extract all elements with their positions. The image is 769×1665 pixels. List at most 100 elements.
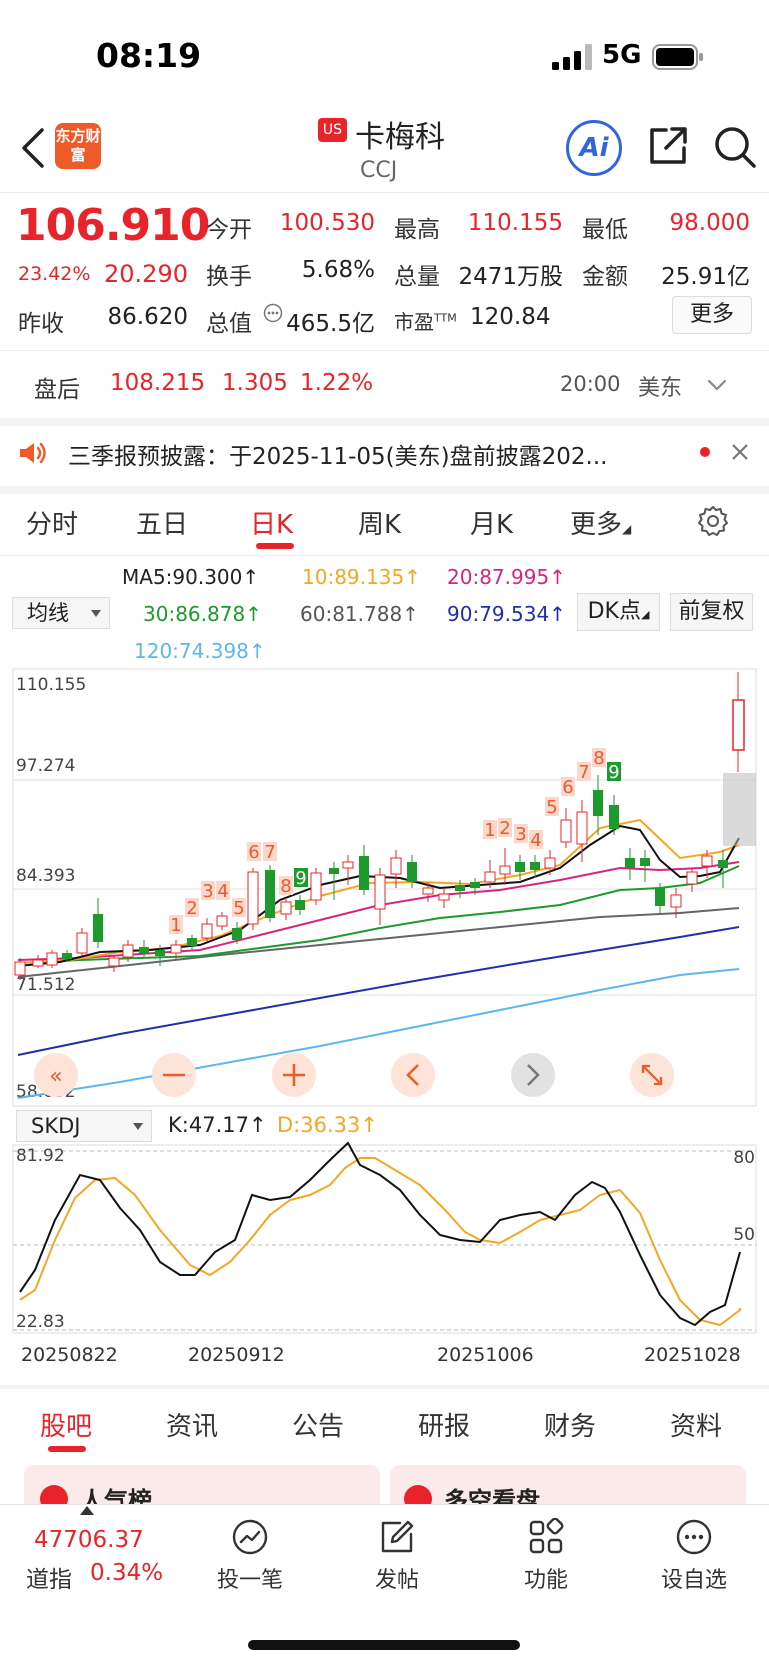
tab-profile[interactable]: 资料 [670, 1406, 722, 1443]
candle [499, 848, 511, 885]
skdj-frame [12, 1144, 757, 1334]
tab-weekly-k[interactable]: 周K [358, 504, 401, 541]
index-change-pct[interactable]: 0.34% [90, 1560, 163, 1586]
candle [247, 868, 259, 930]
gear-icon[interactable] [696, 504, 730, 538]
candle [609, 795, 619, 835]
stock-name: 卡梅科 [355, 120, 445, 155]
x-date-1: 20250822 [21, 1344, 118, 1366]
low-label: 最低 [582, 217, 628, 243]
tab-financials[interactable]: 财务 [544, 1406, 596, 1443]
price-label-2: 97.274 [16, 756, 75, 776]
index-name[interactable]: 道指 [26, 1560, 72, 1594]
turnover-label: 换手 [206, 264, 252, 290]
skdj-k-line [19, 1141, 741, 1327]
tab-intraday[interactable]: 分时 [26, 504, 78, 541]
candle [593, 775, 603, 835]
caret-up-icon [80, 1506, 94, 1515]
more-dots-circle-icon[interactable] [675, 1518, 713, 1556]
section-gap-2 [0, 486, 769, 494]
section-gap-3 [0, 1385, 769, 1389]
open-value: 100.530 [279, 210, 375, 236]
tab-news[interactable]: 资讯 [166, 1406, 218, 1443]
td-label: 1 [484, 820, 495, 841]
tab-announcements[interactable]: 公告 [292, 1406, 344, 1443]
volume-value: 2471万股 [458, 264, 563, 290]
turnover-value: 5.68% [301, 257, 375, 283]
speaker-icon [20, 442, 46, 464]
high-label: 最高 [394, 217, 440, 243]
ai-button[interactable]: Ai [566, 120, 622, 176]
current-price: 106.910 [16, 200, 210, 251]
ma60-line [17, 907, 740, 978]
bull-bear-card[interactable]: 多空看盘 [390, 1465, 746, 1515]
candle [187, 935, 197, 950]
candle [732, 672, 745, 772]
network-label: 5G [602, 40, 642, 70]
tab-five-day[interactable]: 五日 [136, 504, 188, 541]
back-icon[interactable] [18, 126, 48, 170]
ma90-value: 90:79.534↑ [447, 602, 566, 626]
section-gap [0, 418, 769, 426]
share-icon[interactable] [646, 124, 690, 168]
candle [560, 808, 572, 848]
open-label: 今开 [206, 217, 252, 243]
skdj-y-top: 81.92 [16, 1146, 65, 1166]
td-label: 7 [578, 762, 589, 783]
edit-icon[interactable] [378, 1518, 416, 1556]
after-hours-label: 盘后 [34, 377, 80, 403]
ma-selector[interactable]: 均线 [12, 597, 110, 629]
unread-dot [700, 447, 710, 457]
tab-research[interactable]: 研报 [418, 1406, 470, 1443]
nav-functions[interactable]: 功能 [496, 1562, 596, 1594]
market-badge: US [318, 118, 347, 142]
popularity-card[interactable]: 人气榜 [24, 1465, 380, 1515]
dk-point-button[interactable]: DK点◢ [577, 593, 660, 631]
td-label: 8 [280, 876, 291, 897]
search-icon[interactable] [712, 124, 758, 170]
ma20-value: 20:87.995↑ [447, 565, 566, 589]
home-indicator [248, 1640, 520, 1650]
amount-value: 25.91亿 [661, 264, 750, 290]
low-value: 98.000 [669, 210, 750, 236]
kline-chart[interactable]: 110.155 97.274 84.393 71.512 58.632 [0, 665, 769, 1375]
td-label: 2 [186, 898, 197, 919]
trend-icon[interactable] [231, 1518, 269, 1556]
amount-label: 金额 [582, 264, 628, 290]
notice-text[interactable]: 三季报预披露：于2025-11-05(美东)盘前披露202... [68, 437, 668, 471]
td-label: 8 [593, 748, 604, 769]
mktcap-label: 总值 [206, 311, 252, 337]
skdj-k-value: K:47.17↑ [168, 1113, 267, 1137]
ma10-value: 10:89.135↑ [302, 565, 421, 589]
x-date-2: 20250912 [188, 1344, 285, 1366]
scroll-left-icon[interactable]: « [49, 1064, 62, 1089]
nav-post[interactable]: 发帖 [347, 1562, 447, 1594]
candle [359, 845, 369, 895]
nav-add-watchlist[interactable]: 设自选 [644, 1562, 744, 1594]
more-button[interactable]: 更多 [672, 296, 752, 334]
close-icon[interactable] [730, 442, 750, 462]
signal-icon [552, 44, 592, 70]
tab-monthly-k[interactable]: 月K [470, 504, 513, 541]
tab-forum[interactable]: 股吧 [40, 1406, 92, 1443]
candle [265, 865, 275, 922]
tab-daily-k[interactable]: 日K [250, 504, 293, 541]
grid-icon[interactable] [527, 1518, 565, 1556]
candle [438, 888, 450, 908]
price-label-3: 84.393 [16, 866, 75, 886]
candle [640, 850, 650, 882]
chevron-down-icon[interactable] [706, 374, 728, 396]
crosshair-highlight [723, 773, 756, 846]
nav-invest[interactable]: 投一笔 [200, 1562, 300, 1594]
after-hours-change: 1.305 [222, 370, 288, 396]
x-date-4: 20251028 [644, 1344, 741, 1366]
indicator-selector[interactable]: SKDJ [16, 1110, 152, 1142]
adjust-button[interactable]: 前复权 [670, 593, 753, 631]
tab-more[interactable]: 更多◢ [570, 504, 631, 541]
tab-underline [256, 543, 294, 549]
skdj-y-bottom: 22.83 [16, 1312, 65, 1332]
after-hours-zone: 美东 [638, 376, 683, 401]
skdj-y-right-mid: 50 [733, 1225, 755, 1245]
ma5-value: MA5:90.300↑ [122, 565, 260, 589]
index-value[interactable]: 47706.37 [34, 1527, 144, 1553]
